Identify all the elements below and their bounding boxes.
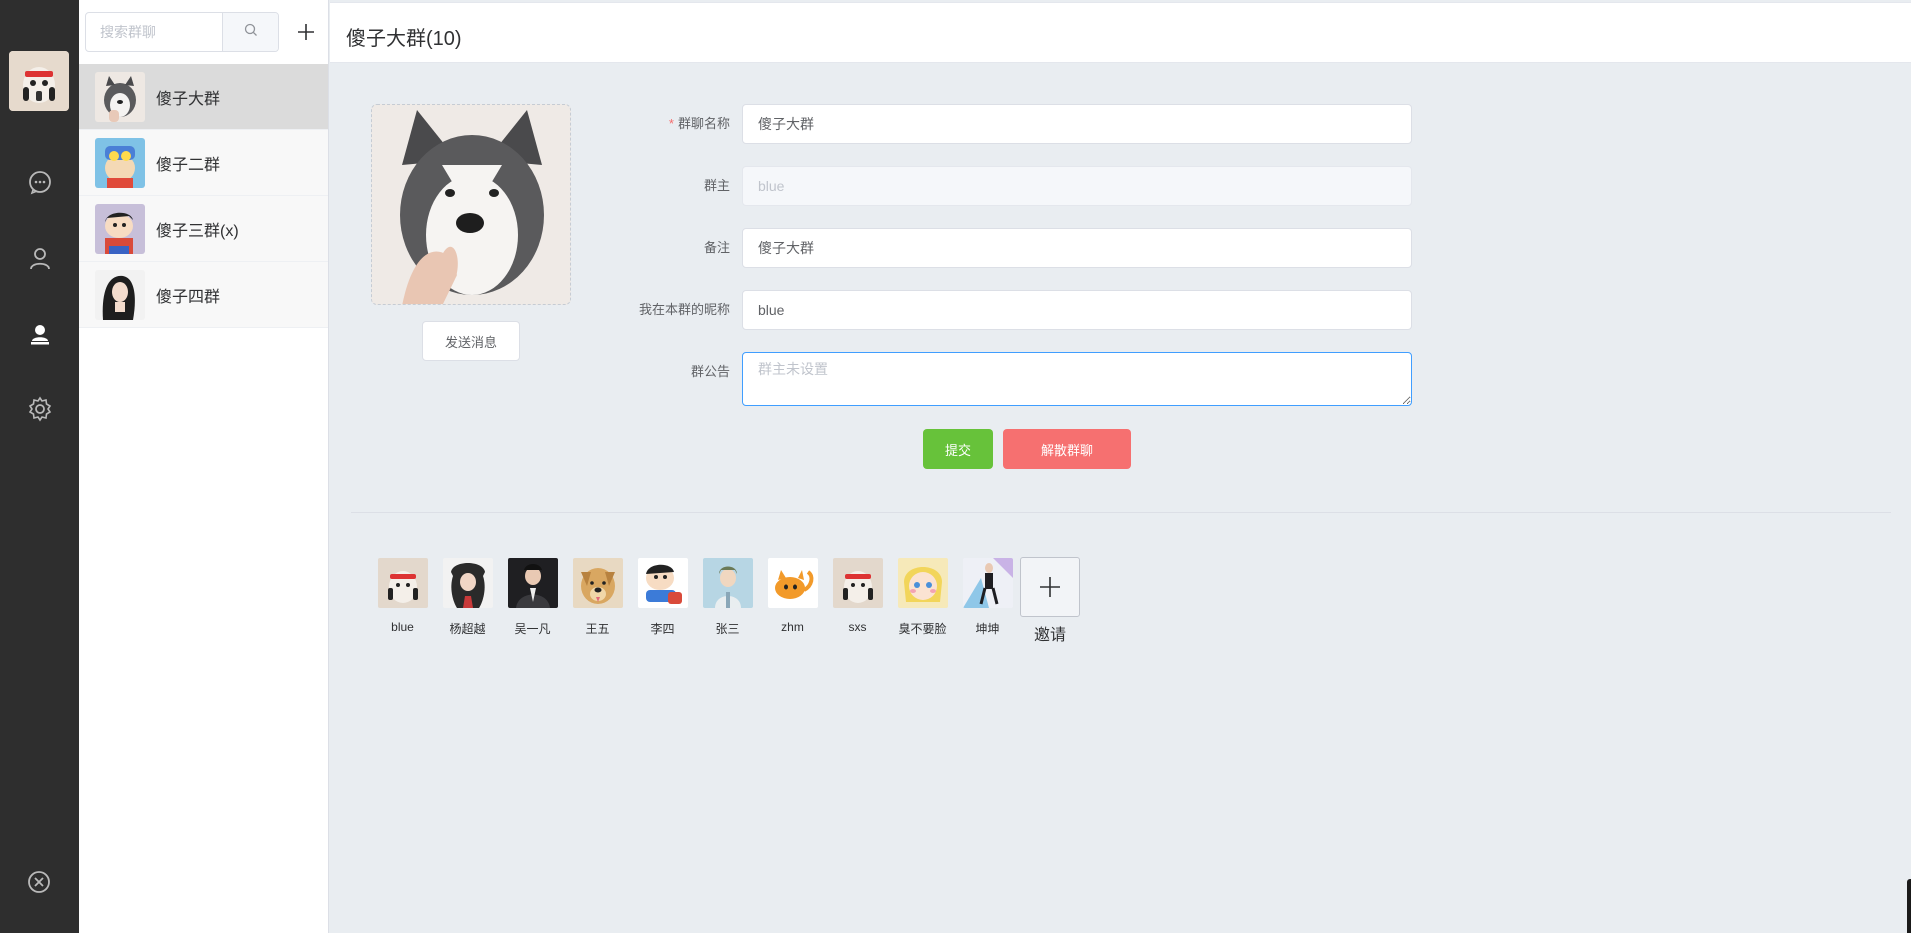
member-item[interactable]: 李四	[630, 558, 695, 645]
main-content: 傻子大群(10) 发送消息 *群聊名称 群主 备注 我在本群的昵称	[330, 0, 1911, 933]
page-title: 傻子大群(10)	[346, 28, 462, 50]
my-avatar[interactable]	[9, 51, 69, 111]
member-list: blue 杨超越 吴一凡 王五 李四 张三 zhm sxs 臭不要脸 坤坤 邀请	[370, 557, 1080, 645]
member-name: blue	[391, 620, 414, 634]
search-icon	[244, 23, 258, 42]
contacts-icon[interactable]	[27, 321, 53, 347]
member-name: 吴一凡	[514, 622, 551, 636]
chat-icon[interactable]	[27, 169, 53, 195]
divider	[351, 512, 1891, 513]
member-avatar	[572, 558, 623, 608]
corner-mark	[1907, 879, 1911, 933]
nickname-label: 我在本群的昵称	[638, 302, 730, 317]
invite-button[interactable]: 邀请	[1020, 557, 1080, 645]
member-avatar	[377, 558, 428, 608]
group-list-panel: 傻子大群 傻子二群 傻子三群(x) 傻子四群	[79, 0, 329, 933]
invite-label: 邀请	[1033, 627, 1066, 644]
group-item-3[interactable]: 傻子三群(x)	[79, 196, 328, 262]
group-item-1[interactable]: 傻子大群	[79, 64, 328, 130]
owner-label: 群主	[703, 178, 730, 193]
member-item[interactable]: 臭不要脸	[890, 558, 955, 645]
group-name-label: * 群聊名称	[530, 104, 730, 144]
member-name: 张三	[715, 622, 740, 636]
group-name-input[interactable]	[742, 104, 1412, 144]
add-group-button[interactable]	[288, 12, 324, 52]
header: 傻子大群(10)	[330, 2, 1911, 63]
user-icon[interactable]	[27, 245, 53, 271]
group-name: 傻子四群	[156, 288, 221, 306]
group-avatar	[95, 203, 145, 254]
member-name: 杨超越	[449, 622, 486, 636]
member-name: zhm	[781, 620, 804, 634]
plus-icon	[1040, 577, 1060, 597]
group-name: 傻子大群	[156, 90, 221, 108]
remark-input[interactable]	[742, 228, 1412, 268]
member-name: 臭不要脸	[898, 622, 947, 636]
group-list: 傻子大群 傻子二群 傻子三群(x) 傻子四群	[79, 64, 328, 328]
search-box	[85, 12, 279, 52]
member-item[interactable]: zhm	[760, 558, 825, 645]
member-avatar	[767, 558, 818, 608]
group-avatar	[95, 137, 145, 188]
search-input[interactable]	[86, 13, 222, 51]
group-name: 傻子三群(x)	[156, 222, 239, 240]
dissolve-group-button[interactable]: 解散群聊	[1003, 429, 1131, 469]
nav-rail	[0, 0, 79, 933]
member-item[interactable]: 吴一凡	[500, 558, 565, 645]
member-avatar	[637, 558, 688, 608]
member-avatar	[897, 558, 948, 608]
plus-icon	[298, 24, 314, 40]
send-message-button[interactable]: 发送消息	[422, 321, 520, 361]
member-name: 王五	[585, 622, 610, 636]
nickname-input[interactable]	[742, 290, 1412, 330]
member-item[interactable]: 张三	[695, 558, 760, 645]
group-name: 傻子二群	[156, 156, 221, 174]
member-avatar	[442, 558, 493, 608]
notice-label: 群公告	[690, 364, 730, 379]
required-mark: *	[668, 116, 674, 131]
member-name: 坤坤	[975, 622, 1000, 636]
settings-icon[interactable]	[27, 396, 53, 422]
member-avatar	[832, 558, 883, 608]
remark-label: 备注	[703, 240, 730, 255]
group-avatar	[95, 269, 145, 320]
member-avatar	[507, 558, 558, 608]
member-name: sxs	[848, 620, 867, 634]
member-name: 李四	[650, 622, 675, 636]
group-name-label-text: 群聊名称	[677, 116, 730, 131]
member-avatar	[702, 558, 753, 608]
group-avatar	[95, 71, 145, 122]
submit-button[interactable]: 提交	[923, 429, 993, 469]
group-item-2[interactable]: 傻子二群	[79, 130, 328, 196]
notice-textarea[interactable]	[742, 352, 1412, 406]
member-item[interactable]: 坤坤	[955, 558, 1020, 645]
search-button[interactable]	[222, 13, 278, 51]
member-item[interactable]: blue	[370, 558, 435, 645]
logout-icon[interactable]	[26, 869, 52, 895]
owner-input	[742, 166, 1412, 206]
invite-plus	[1020, 557, 1080, 617]
group-item-4[interactable]: 傻子四群	[79, 262, 328, 328]
member-item[interactable]: sxs	[825, 558, 890, 645]
member-item[interactable]: 杨超越	[435, 558, 500, 645]
member-item[interactable]: 王五	[565, 558, 630, 645]
member-avatar	[962, 558, 1013, 608]
